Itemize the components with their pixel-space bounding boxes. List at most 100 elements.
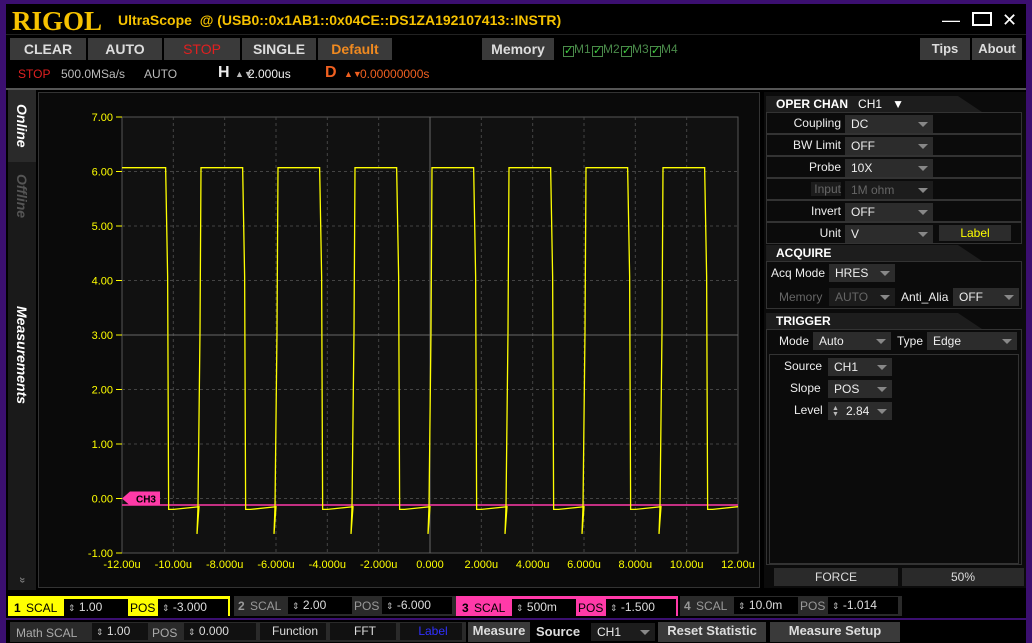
delay-value[interactable]: 0.00000000s xyxy=(360,67,429,81)
spinner-icon[interactable]: ⇕ xyxy=(188,627,196,637)
m3-checkbox[interactable]: ✓M3 xyxy=(621,42,649,57)
scal-value: 10.0m xyxy=(748,598,783,612)
channel-3-controls[interactable]: 3 SCAL ⇕ 500m POS ⇕ -1.500 xyxy=(456,596,678,616)
scal-input[interactable]: ⇕ 2.00 xyxy=(288,597,352,614)
pos-input[interactable]: ⇕ -1.500 xyxy=(606,599,676,616)
trigger-mode-select[interactable]: Auto xyxy=(813,332,891,350)
check-icon: ✓ xyxy=(563,45,574,57)
horizontal-label: H xyxy=(218,64,230,81)
close-button[interactable]: ✕ xyxy=(1002,10,1017,31)
stop-button[interactable]: STOP xyxy=(164,38,240,60)
spinner-icon[interactable]: ⇕ xyxy=(162,603,170,613)
input-label: Input xyxy=(811,182,841,196)
reset-statistic-button[interactable]: Reset Statistic xyxy=(658,622,766,642)
expand-icon[interactable]: » xyxy=(8,572,36,588)
trigger-slope-select[interactable]: POS xyxy=(828,380,892,398)
y-tick-label: 1.00 xyxy=(92,439,113,451)
ultrascope-window: RIGOL UltraScope @ (USB0::0x1AB1::0x04CE… xyxy=(6,4,1026,643)
acquire-header: ACQUIRE xyxy=(766,245,982,261)
default-button[interactable]: Default xyxy=(318,38,392,60)
y-tick-label: 7.00 xyxy=(92,112,113,124)
spinner-icon[interactable]: ⇕ xyxy=(738,601,746,611)
channel-2-controls[interactable]: 2 SCAL ⇕ 2.00 POS ⇕ -6.000 xyxy=(234,596,456,616)
unit-select[interactable]: V xyxy=(845,225,933,243)
measure-source-select[interactable]: CH1 xyxy=(591,623,655,641)
measure-button[interactable]: Measure xyxy=(468,622,530,642)
spinner-icon[interactable]: ⇕ xyxy=(832,601,840,611)
math-scal-input[interactable]: ⇕ 1.00 xyxy=(92,623,148,640)
anti-alias-select[interactable]: OFF xyxy=(953,288,1019,306)
measure-source-label: Source xyxy=(536,624,581,639)
memory-button[interactable]: Memory xyxy=(482,38,554,60)
minimize-button[interactable]: — xyxy=(942,10,960,31)
clear-button[interactable]: CLEAR xyxy=(10,38,86,60)
label-button[interactable]: Label xyxy=(939,225,1011,241)
spinner-icon[interactable]: ⇕ xyxy=(610,603,618,613)
tab-online[interactable]: Online xyxy=(8,90,36,162)
math-pos-input[interactable]: ⇕ 0.000 xyxy=(184,623,256,640)
trigger-header: TRIGGER xyxy=(766,313,982,329)
invert-select[interactable]: OFF xyxy=(845,203,933,221)
source-label: Source xyxy=(784,359,823,373)
single-button[interactable]: SINGLE xyxy=(242,38,316,60)
memory-depth-select: AUTO xyxy=(829,288,895,306)
m3-label: M3 xyxy=(632,42,649,56)
spinner-icon[interactable]: ⇕ xyxy=(516,603,524,613)
tab-offline[interactable]: Offline xyxy=(8,164,36,228)
spinner-icon[interactable]: ▲▼ xyxy=(832,405,839,418)
instrument-address: @ (USB0::0x1AB1::0x04CE::DS1ZA192107413:… xyxy=(199,12,562,28)
app-title: UltraScope @ (USB0::0x1AB1::0x04CE::DS1Z… xyxy=(118,12,561,28)
m2-checkbox[interactable]: ✓M2 xyxy=(592,42,620,57)
channel-number: 1 xyxy=(14,601,21,615)
scal-input[interactable]: ⇕ 1.00 xyxy=(64,599,128,616)
trigger-type-select[interactable]: Edge xyxy=(927,332,1017,350)
about-button[interactable]: About xyxy=(972,38,1022,60)
m4-label: M4 xyxy=(661,42,678,56)
trigger-mode-label: Mode xyxy=(779,334,810,348)
channel-bar: 1 SCAL ⇕ 1.00 POS ⇕ -3.000 2 SCAL ⇕ 2.00 … xyxy=(6,595,1026,617)
divider xyxy=(6,88,1026,90)
acquire-group: Acq Mode HRES Memory AUTO Anti_Alia OFF xyxy=(766,261,1022,309)
acq-mode-select[interactable]: HRES xyxy=(829,264,895,282)
math-bar: Math SCAL ⇕ 1.00 POS ⇕ 0.000 Function FF… xyxy=(10,622,466,642)
force-button[interactable]: FORCE xyxy=(774,568,898,586)
scal-input[interactable]: ⇕ 10.0m xyxy=(734,597,798,614)
fft-button[interactable]: FFT xyxy=(330,623,396,640)
auto-button[interactable]: AUTO xyxy=(88,38,162,60)
math-label-button[interactable]: Label xyxy=(400,623,462,640)
tab-measurements[interactable]: Measurements xyxy=(8,290,36,420)
spinner-icon[interactable]: ⇕ xyxy=(68,603,76,613)
scal-label: SCAL xyxy=(696,599,728,613)
function-button[interactable]: Function xyxy=(260,623,326,640)
spinner-icon[interactable]: ⇕ xyxy=(386,601,394,611)
pos-input[interactable]: ⇕ -1.014 xyxy=(828,597,898,614)
probe-select[interactable]: 10X xyxy=(845,159,933,177)
bw-limit-select[interactable]: OFF xyxy=(845,137,933,155)
m4-checkbox[interactable]: ✓M4 xyxy=(650,42,678,57)
spinner-icon[interactable]: ⇕ xyxy=(292,601,300,611)
horizontal-scale[interactable]: 2.000us xyxy=(248,67,291,81)
tips-button[interactable]: Tips xyxy=(920,38,970,60)
channel-1-controls[interactable]: 1 SCAL ⇕ 1.00 POS ⇕ -3.000 xyxy=(8,596,230,616)
pos-value: -1.500 xyxy=(620,600,655,614)
measure-setup-button[interactable]: Measure Setup xyxy=(770,622,900,642)
slope-label: Slope xyxy=(790,381,821,395)
spinner-icon[interactable]: ⇕ xyxy=(96,627,104,637)
y-tick-label: -1.00 xyxy=(88,548,113,560)
scal-input[interactable]: ⇕ 500m xyxy=(512,599,576,616)
trigger-source-select[interactable]: CH1 xyxy=(828,358,892,376)
pos-input[interactable]: ⇕ -3.000 xyxy=(158,599,228,616)
m1-checkbox[interactable]: ✓M1 xyxy=(563,42,591,57)
chevron-down-icon[interactable]: ▼ xyxy=(892,97,904,111)
oper-chan-select[interactable]: CH1 xyxy=(858,97,882,111)
level-label: Level xyxy=(794,403,823,417)
delay-label: D xyxy=(325,64,337,81)
pos-input[interactable]: ⇕ -6.000 xyxy=(382,597,452,614)
fifty-percent-button[interactable]: 50% xyxy=(902,568,1024,586)
channel-4-controls[interactable]: 4 SCAL ⇕ 10.0m POS ⇕ -1.014 xyxy=(680,596,902,616)
math-pos-label: POS xyxy=(152,626,178,640)
coupling-select[interactable]: DC xyxy=(845,115,933,133)
input-select: 1M ohm xyxy=(845,181,933,199)
maximize-button[interactable] xyxy=(972,12,992,26)
x-tick-label: 4.000u xyxy=(516,559,550,571)
